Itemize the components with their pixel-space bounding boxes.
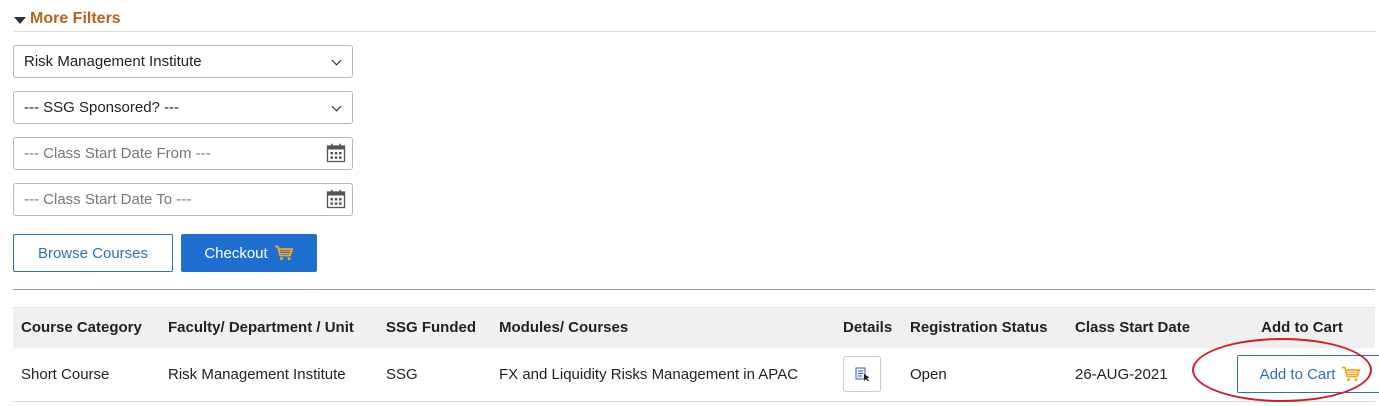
ssg-select-wrapper: --- SSG Sponsored? --- bbox=[13, 91, 353, 124]
institute-select[interactable]: Risk Management Institute bbox=[14, 46, 352, 77]
browse-courses-label: Browse Courses bbox=[37, 244, 149, 262]
checkout-label: Checkout bbox=[204, 244, 268, 262]
calendar-icon[interactable] bbox=[326, 189, 346, 209]
cell-course-category: Short Course bbox=[21, 365, 110, 383]
more-filters-toggle[interactable]: More Filters bbox=[14, 7, 1376, 32]
col-header-details: Details bbox=[835, 307, 902, 348]
cell-faculty: Risk Management Institute bbox=[168, 365, 346, 383]
table-header-row: Course Category Faculty/ Department / Un… bbox=[13, 307, 1375, 348]
ssg-sponsored-select[interactable]: --- SSG Sponsored? --- bbox=[14, 92, 352, 123]
section-divider bbox=[13, 289, 1375, 290]
more-filters-title: More Filters bbox=[30, 10, 121, 27]
add-to-cart-label: Add to Cart bbox=[1259, 365, 1336, 383]
col-header-faculty: Faculty/ Department / Unit bbox=[160, 307, 378, 348]
start-date-from-wrapper bbox=[13, 137, 353, 170]
start-date-to-wrapper bbox=[13, 183, 353, 216]
col-header-registration-status: Registration Status bbox=[902, 307, 1067, 348]
caret-down-icon bbox=[14, 16, 26, 24]
calendar-icon[interactable] bbox=[326, 143, 346, 163]
start-date-from-input[interactable] bbox=[14, 138, 314, 169]
add-to-cart-button[interactable]: Add to Cart bbox=[1237, 355, 1379, 394]
browse-courses-button[interactable]: Browse Courses bbox=[13, 234, 173, 272]
cell-ssg-funded: SSG bbox=[386, 365, 418, 383]
col-header-class-start-date: Class Start Date bbox=[1067, 307, 1229, 348]
start-date-to-input[interactable] bbox=[14, 184, 314, 215]
details-button[interactable] bbox=[843, 356, 881, 393]
cell-module: FX and Liquidity Risks Management in APA… bbox=[499, 365, 799, 383]
institute-select-wrapper: Risk Management Institute bbox=[13, 45, 353, 78]
table-row: Short Course Risk Management Institute S… bbox=[13, 348, 1379, 402]
shopping-cart-icon bbox=[274, 245, 293, 261]
shopping-cart-icon bbox=[1342, 366, 1361, 382]
details-list-icon bbox=[855, 367, 870, 382]
col-header-ssg-funded: SSG Funded bbox=[378, 307, 491, 348]
courses-table: Course Category Faculty/ Department / Un… bbox=[13, 307, 1379, 402]
col-header-modules: Modules/ Courses bbox=[491, 307, 835, 348]
cell-registration-status: Open bbox=[910, 365, 947, 383]
cell-add-to-cart: Add to Cart bbox=[1229, 348, 1379, 402]
cell-details bbox=[835, 348, 902, 402]
col-header-add-to-cart: Add to Cart bbox=[1229, 307, 1375, 348]
col-header-course-category: Course Category bbox=[13, 307, 160, 348]
checkout-button[interactable]: Checkout bbox=[181, 234, 317, 272]
cell-class-start-date: 26-AUG-2021 bbox=[1075, 365, 1168, 383]
